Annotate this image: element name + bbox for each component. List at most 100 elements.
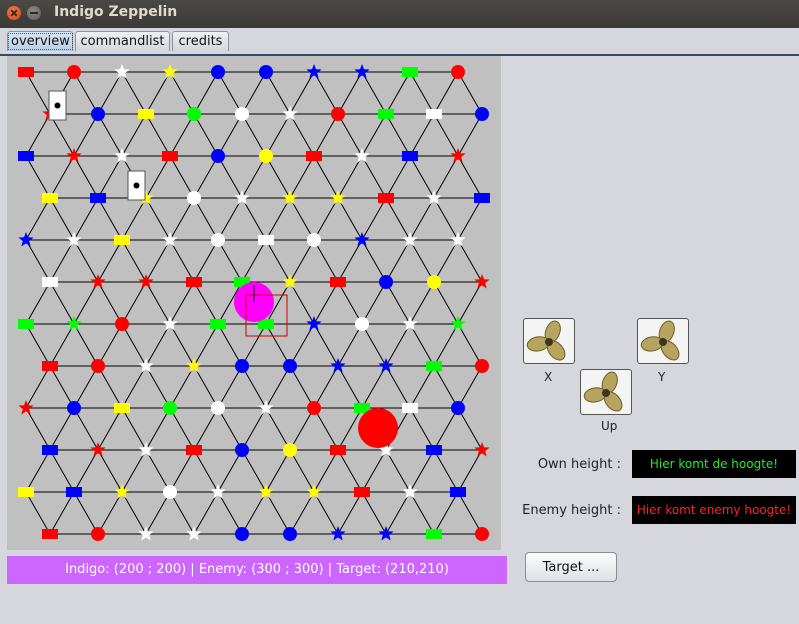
grid-line [169, 365, 195, 409]
game-board[interactable] [7, 56, 501, 550]
grid-line [121, 281, 147, 325]
blue-circle-shape [235, 527, 249, 541]
grid-line [337, 449, 363, 493]
yellow-star-shape [330, 190, 346, 205]
own-height-display: Hier komt de hoogte! [632, 450, 796, 478]
grid-line [385, 239, 411, 283]
grid-line [25, 323, 51, 367]
yellow-rect-shape [18, 487, 34, 497]
grid-line [217, 407, 243, 451]
y-propeller-button[interactable] [637, 318, 689, 364]
blue-circle-shape [379, 275, 393, 289]
grid-line [361, 197, 387, 241]
yellow-star-shape [306, 484, 322, 499]
red-star-shape [66, 148, 82, 163]
green-circle-shape [187, 107, 201, 121]
grid-line [25, 113, 51, 157]
yellow-star-shape [282, 274, 298, 289]
grid-line [217, 197, 243, 241]
red-star-shape [474, 442, 490, 457]
grid-line [457, 155, 483, 199]
green-rect-shape [210, 319, 226, 329]
grid-line [313, 155, 339, 199]
white-star-shape [234, 190, 250, 205]
target-button[interactable]: Target ... [525, 552, 617, 582]
grid-line [49, 449, 75, 493]
tab-commandlist[interactable]: commandlist [75, 31, 170, 51]
grid-line [337, 197, 363, 241]
grid-line [337, 155, 363, 199]
grid-line [49, 197, 75, 241]
grid-line [241, 365, 267, 409]
grid-line [337, 365, 363, 409]
blue-circle-shape [67, 401, 81, 415]
grid-line [433, 197, 459, 241]
grid-line [193, 365, 219, 409]
grid-line [241, 449, 267, 493]
grid-line [265, 407, 291, 451]
red-rect-shape [42, 529, 58, 539]
grid-line [409, 197, 435, 241]
blue-circle-shape [283, 527, 297, 541]
yellow-star-shape [114, 484, 130, 499]
white-star-shape [138, 442, 154, 457]
x-label: X [544, 370, 553, 384]
green-rect-shape [402, 67, 418, 77]
grid-line [217, 365, 243, 409]
yellow-rect-shape [114, 235, 130, 245]
grid-line [433, 113, 459, 157]
propeller-icon [640, 320, 680, 361]
grid-line [49, 281, 75, 325]
blue-star-shape [330, 358, 346, 373]
red-circle-shape [475, 527, 489, 541]
grid-line [73, 365, 99, 409]
green-circle-shape [163, 401, 177, 415]
grid-line [121, 491, 147, 535]
grid-line [121, 197, 147, 241]
blue-rect-shape [474, 193, 490, 203]
grid-line [25, 407, 51, 451]
grid-line [145, 197, 171, 241]
grid-line [97, 71, 123, 115]
blue-circle-shape [91, 107, 105, 121]
red-circle-shape [331, 107, 345, 121]
grid-line [337, 491, 363, 535]
grid-line [73, 197, 99, 241]
red-rect-shape [18, 67, 34, 77]
red-star-shape [90, 442, 106, 457]
grid-line [457, 239, 483, 283]
tab-credits[interactable]: credits [172, 31, 229, 51]
x-propeller-button[interactable] [523, 318, 575, 364]
grid-line [265, 449, 291, 493]
red-star-shape [90, 274, 106, 289]
tab-overview[interactable]: overview [7, 31, 73, 51]
blue-rect-shape [402, 151, 418, 161]
white-star-shape [162, 316, 178, 331]
grid-line [313, 239, 339, 283]
white-star-shape [282, 106, 298, 121]
grid-line [169, 113, 195, 157]
tab-overview-label: overview [8, 33, 73, 50]
enemy-height-display: Hier komt enemy hoogte! [632, 496, 796, 524]
blue-rect-shape [66, 487, 82, 497]
green-star-shape [66, 316, 82, 331]
grid-line [289, 491, 315, 535]
grid-line [121, 407, 147, 451]
up-propeller-button[interactable] [580, 369, 632, 415]
grid-line [73, 323, 99, 367]
close-icon[interactable] [7, 6, 21, 20]
grid-line [73, 239, 99, 283]
grid-line [193, 407, 219, 451]
grid-line [409, 71, 435, 115]
blue-rect-shape [90, 193, 106, 203]
blue-star-shape [378, 526, 394, 541]
grid-line [457, 71, 483, 115]
grid-line [409, 323, 435, 367]
grid-line [457, 281, 483, 325]
minimize-icon[interactable] [27, 6, 41, 20]
white-star-shape [114, 64, 130, 79]
red-circle-shape [91, 527, 105, 541]
grid-line [73, 407, 99, 451]
grid-line [145, 491, 171, 535]
grid-line [25, 71, 51, 115]
